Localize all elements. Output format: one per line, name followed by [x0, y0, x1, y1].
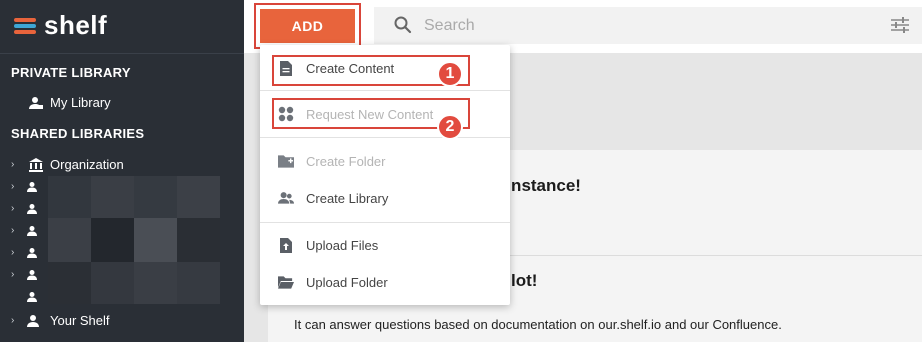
building-icon — [29, 157, 43, 172]
folder-add-icon — [278, 153, 294, 169]
chevron-right-icon[interactable]: › — [11, 247, 14, 258]
users-icon — [27, 225, 39, 237]
add-button-highlight: ADD — [254, 3, 361, 49]
add-button[interactable]: ADD — [260, 9, 355, 43]
chevron-right-icon[interactable]: › — [11, 203, 14, 214]
users-icon — [27, 314, 41, 328]
chevron-right-icon[interactable]: › — [11, 181, 14, 192]
sidebar-item-organization[interactable]: Organization — [29, 157, 124, 172]
menu-item-upload-folder[interactable]: Upload Folder — [260, 264, 510, 300]
sidebar-item-label: Your Shelf — [50, 313, 110, 328]
chevron-right-icon[interactable]: › — [11, 225, 14, 236]
card-description: It can answer questions based on documen… — [294, 317, 782, 332]
users-icon — [27, 269, 39, 281]
chevron-right-icon[interactable]: › — [11, 315, 14, 326]
search-bar — [374, 7, 922, 44]
users-icon — [27, 291, 39, 303]
menu-item-label: Upload Folder — [306, 274, 388, 290]
menu-item-create-folder[interactable]: Create Folder — [260, 143, 510, 179]
divider — [260, 137, 510, 138]
private-library-title: PRIVATE LIBRARY — [11, 65, 131, 80]
menu-item-label: Create Folder — [306, 153, 386, 169]
user-lock-icon — [29, 96, 43, 110]
sidebar: shelf PRIVATE LIBRARY My Library SHARED … — [0, 0, 244, 342]
step-badge-1: 1 — [437, 61, 463, 87]
folder-open-icon — [278, 274, 294, 290]
divider — [260, 222, 510, 223]
logo-text: shelf — [44, 10, 108, 40]
chevron-right-icon[interactable]: › — [11, 159, 14, 170]
shelf-logo[interactable]: shelf — [14, 10, 107, 41]
shared-libraries-title: SHARED LIBRARIES — [11, 126, 145, 141]
divider — [0, 53, 244, 54]
users-icon — [27, 181, 39, 193]
redacted-library-names — [48, 176, 220, 304]
step-badge-2: 2 — [437, 114, 463, 140]
shelf-logo-icon — [14, 14, 38, 38]
sidebar-item-label: My Library — [50, 95, 111, 110]
filter-sliders-icon[interactable] — [891, 17, 909, 38]
menu-item-upload-files[interactable]: Upload Files — [260, 227, 510, 263]
chevron-right-icon[interactable]: › — [11, 269, 14, 280]
users-icon — [278, 190, 294, 206]
users-icon — [27, 247, 39, 259]
sidebar-item-label: Organization — [50, 157, 124, 172]
users-icon — [27, 203, 39, 215]
menu-item-label: Upload Files — [306, 237, 379, 253]
file-upload-icon — [278, 237, 294, 253]
menu-item-label: Create Library — [306, 190, 389, 206]
card-title: lot! — [511, 271, 538, 290]
sidebar-item-my-library[interactable]: My Library — [29, 95, 111, 110]
sidebar-item-your-shelf[interactable]: Your Shelf — [27, 313, 110, 328]
search-input[interactable] — [424, 7, 874, 44]
menu-item-create-library[interactable]: Create Library — [260, 180, 510, 216]
divider — [260, 90, 510, 91]
search-icon[interactable] — [394, 16, 412, 39]
